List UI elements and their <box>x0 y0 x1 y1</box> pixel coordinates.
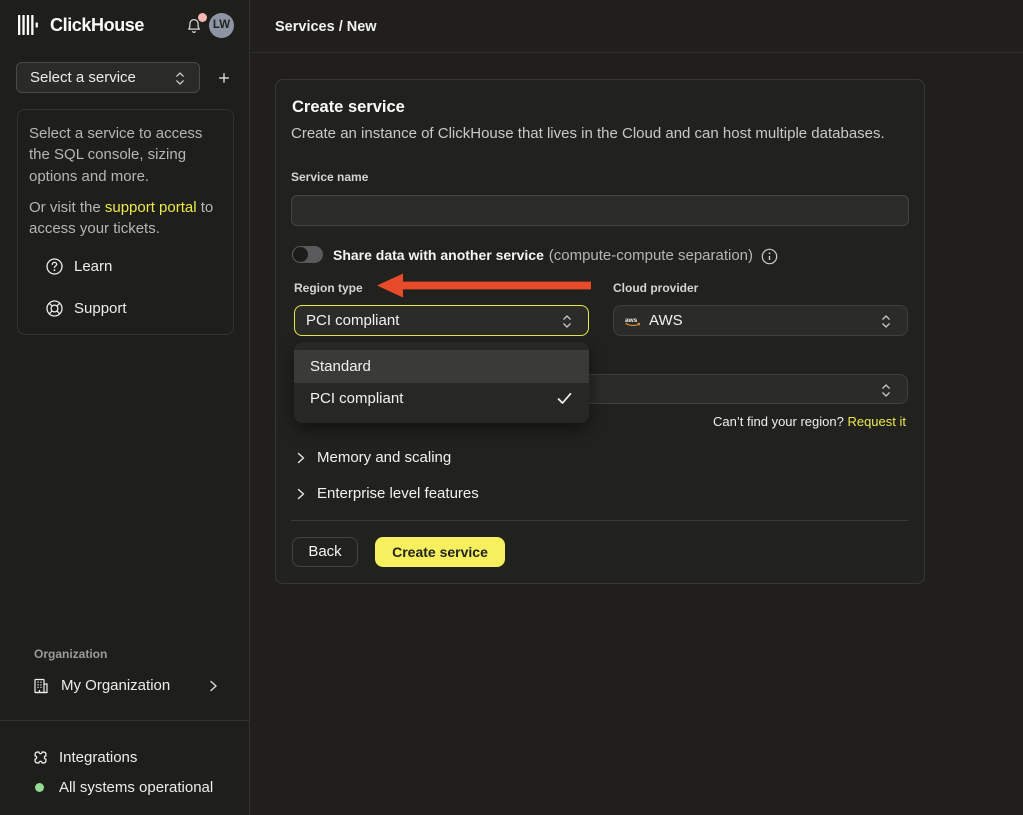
svg-text:aws: aws <box>625 317 638 324</box>
